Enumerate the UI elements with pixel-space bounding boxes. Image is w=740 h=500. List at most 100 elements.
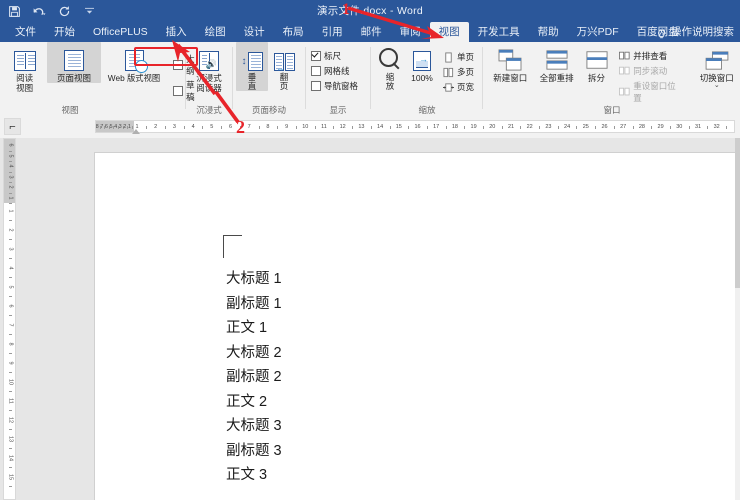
- annotation-number-2: 2: [236, 117, 245, 137]
- ribbon-tab-bar: 文件 开始 OfficePLUS 插入 绘图 设计 布局 引用 邮件 审阅 视图…: [0, 22, 740, 42]
- tell-me-label: 操作说明搜索: [671, 26, 734, 38]
- document-line: 副标题 1: [226, 295, 282, 312]
- ribbon-group-immersive-label: 沉浸式: [196, 105, 222, 115]
- document-page[interactable]: 大标题 1 副标题 1 正文 1 大标题 2 副标题 2 正文 2 大标题 3 副标题 3 正文…: [95, 153, 735, 500]
- annotation-highlight-outline-checkbox: [134, 47, 198, 66]
- tell-me-search[interactable]: 操作说明搜索: [656, 22, 734, 42]
- view-side-by-side-label: 并排查看: [633, 51, 668, 61]
- vertical-scrollbar[interactable]: [735, 138, 740, 500]
- navigation-pane-checkbox-label: 导航窗格: [324, 81, 359, 91]
- print-layout-button[interactable]: 页面视图: [47, 42, 101, 83]
- ruler-checkbox-box: [311, 51, 321, 61]
- tab-layout[interactable]: 布局: [274, 22, 313, 42]
- tab-file[interactable]: 文件: [6, 22, 45, 42]
- arrange-all-button[interactable]: 全部重排: [533, 42, 579, 83]
- scrollbar-thumb[interactable]: [735, 138, 740, 288]
- ribbon-group-window-label: 窗口: [603, 105, 621, 115]
- tab-view[interactable]: 视图: [429, 22, 469, 42]
- document-line: 大标题 3: [226, 418, 282, 434]
- synchronous-scrolling-icon: [619, 66, 630, 77]
- show-checkbox-group: 标尺 网格线 导航窗格: [311, 45, 358, 92]
- side-to-side-label-line2: 页: [279, 81, 289, 91]
- tab-wondershare-pdf[interactable]: 万兴PDF: [568, 22, 628, 42]
- page-width-label: 页宽: [457, 82, 475, 92]
- page-width-icon: [443, 82, 454, 93]
- tab-draw[interactable]: 绘图: [196, 22, 235, 42]
- one-page-button[interactable]: 单页: [443, 51, 474, 63]
- tab-stop-selector[interactable]: ⌐: [4, 118, 21, 135]
- side-to-side-button[interactable]: ↔ 翻页: [268, 42, 300, 91]
- vertical-scroll-button[interactable]: ↕ 垂直: [236, 42, 268, 91]
- document-line: 副标题 2: [226, 369, 282, 385]
- document-line: 大标题 1: [226, 271, 282, 287]
- new-window-label: 新建窗口: [493, 73, 528, 83]
- group-divider-3: [305, 47, 306, 109]
- zoom-100-label: 100%: [411, 73, 433, 83]
- document-text[interactable]: 大标题 1 副标题 1 正文 1 大标题 2 副标题 2 正文 2 大标题 3 副标题 3 正文…: [226, 267, 715, 488]
- gridlines-checkbox-box: [311, 66, 321, 76]
- vertical-ruler[interactable]: 6 5 4 3 2 1 1 2 3 4 5 6 7 8 9 10 11 12 13 14 15: [3, 138, 16, 500]
- web-layout-label: Web 版式视图: [107, 73, 161, 83]
- window-commands-group: 并排查看 同步滚动 重设窗口位置: [619, 45, 679, 104]
- multiple-pages-button[interactable]: 多页: [443, 66, 474, 78]
- document-line: 正文 1: [226, 320, 268, 336]
- ruler-checkbox-label: 标尺: [324, 51, 342, 61]
- reset-window-position-label: 重设窗口位置: [633, 81, 676, 103]
- reset-window-position-button: 重设窗口位置: [619, 80, 679, 104]
- zoom-icon: [378, 45, 402, 71]
- navigation-pane-checkbox[interactable]: 导航窗格: [311, 80, 358, 92]
- ribbon-group-zoom: 缩放 → 100% 单页 多页 页宽 缩放: [372, 42, 482, 116]
- document-line: 副标题 3: [226, 442, 282, 459]
- tab-home[interactable]: 开始: [45, 22, 84, 42]
- tab-references[interactable]: 引用: [313, 22, 352, 42]
- tab-design[interactable]: 设计: [235, 22, 274, 42]
- switch-windows-icon: [705, 45, 729, 71]
- tab-review[interactable]: 审阅: [391, 22, 430, 42]
- split-button[interactable]: 拆分: [580, 42, 613, 83]
- zoom-options-group: 单页 多页 页宽: [443, 46, 474, 93]
- read-mode-button[interactable]: 阅读 视图: [4, 42, 45, 93]
- draft-checkbox-box: [173, 86, 184, 96]
- multiple-pages-label: 多页: [457, 67, 475, 77]
- zoom-100-icon: →: [413, 45, 431, 71]
- switch-windows-button[interactable]: 切换窗口 ⌄: [694, 42, 740, 89]
- tab-officeplus[interactable]: OfficePLUS: [84, 22, 157, 42]
- view-side-by-side-button[interactable]: 并排查看: [619, 50, 679, 62]
- new-window-button[interactable]: 新建窗口: [487, 42, 533, 83]
- zoom-100-button[interactable]: → 100%: [405, 42, 439, 83]
- ribbon-group-show-label: 显示: [329, 105, 347, 115]
- ribbon-group-show: 标尺 网格线 导航窗格 显示: [307, 42, 369, 116]
- ribbon-group-page-movement: ↕ 垂直 ↔ 翻页 页面移动: [234, 42, 304, 116]
- ruler-bar: ⌐ 8 7 6 5 4 3 2 1 1 2 3 4 5 6 7 8 9 10 11 12 13 14 15 16 17 18 19 2…: [0, 116, 740, 138]
- indent-marker[interactable]: [132, 129, 140, 134]
- zoom-label-line2: 放: [385, 81, 395, 91]
- document-line: 正文 3: [226, 467, 268, 483]
- page-width-button[interactable]: 页宽: [443, 81, 474, 93]
- tab-developer[interactable]: 开发工具: [469, 22, 529, 42]
- title-bar: 演示文件.docx - Word: [0, 0, 740, 22]
- tab-help[interactable]: 帮助: [529, 22, 568, 42]
- zoom-button[interactable]: 缩放: [375, 42, 405, 91]
- annotation-number-1: 1: [342, 1, 350, 18]
- tab-mailings[interactable]: 邮件: [352, 22, 391, 42]
- new-window-icon: [498, 45, 522, 71]
- ruler-checkbox[interactable]: 标尺: [311, 50, 358, 62]
- group-divider-5: [482, 47, 483, 109]
- read-mode-label-line1: 阅读: [16, 73, 34, 83]
- arrange-all-icon: [545, 45, 569, 71]
- document-line: 大标题 2: [226, 344, 282, 361]
- text-boundary-marker: [223, 235, 242, 258]
- chevron-down-icon[interactable]: ⌄: [694, 82, 740, 89]
- immersive-reader-icon: 🔊: [199, 45, 219, 71]
- horizontal-ruler[interactable]: 8 7 6 5 4 3 2 1 1 2 3 4 5 6 7 8 9 10 11 12 13 14 15 16 17 18 19 20 2…: [95, 120, 735, 133]
- ruler-ticks: 8 7 6 5 4 3 2 1 1 2 3 4 5 6 7 8 9 10 11 12 13 14 15 16 17 18 19 20 2…: [96, 121, 734, 132]
- gridlines-checkbox-label: 网格线: [324, 66, 350, 76]
- ribbon-group-zoom-label: 缩放: [418, 105, 436, 115]
- read-mode-label-line2: 视图: [16, 83, 34, 93]
- tab-insert[interactable]: 插入: [157, 22, 196, 42]
- view-side-by-side-icon: [619, 51, 630, 62]
- document-workspace: 6 5 4 3 2 1 1 2 3 4 5 6 7 8 9 10 11 12 13 14 15 大标题 1 副标题 1 正文…: [0, 138, 740, 500]
- vertical-scroll-icon: ↕: [242, 45, 263, 71]
- gridlines-checkbox[interactable]: 网格线: [311, 65, 358, 77]
- navigation-pane-checkbox-box: [311, 81, 321, 91]
